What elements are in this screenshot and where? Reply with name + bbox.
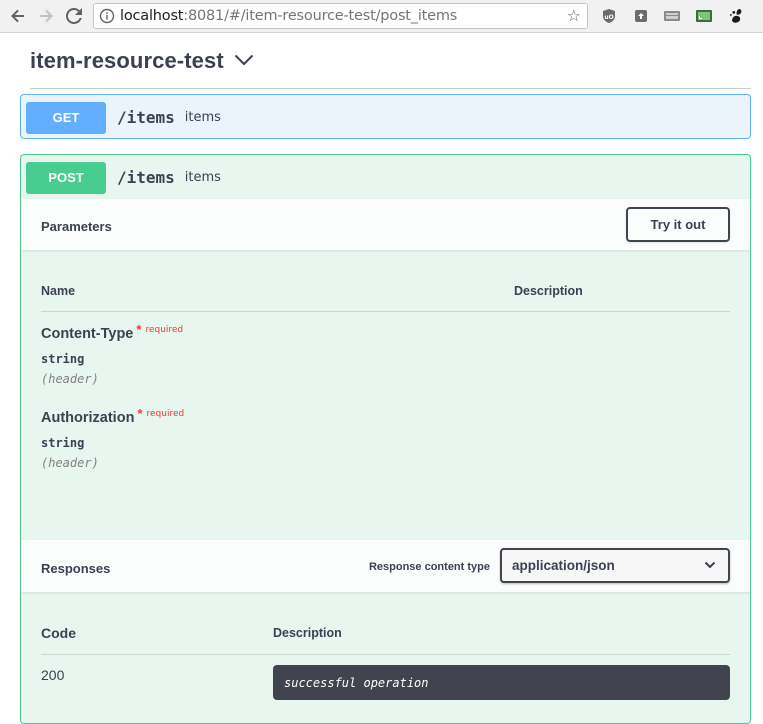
reload-button[interactable] [63,5,85,27]
page-title: item-resource-test [30,48,224,73]
title-divider [30,88,751,89]
window-extension-icon[interactable] [663,7,681,25]
back-button[interactable] [7,5,29,27]
endpoint-path: /items [117,168,175,187]
forward-arrow-icon [40,9,53,23]
bookmark-star-icon[interactable]: ☆ [567,6,581,26]
get-items-opblock: GET /items items [20,94,751,139]
chevron-down-icon [704,561,716,569]
required-label: required [145,325,184,335]
responses-header: Responses Response content type applicat… [21,540,750,592]
forward-button[interactable] [35,5,57,27]
response-description-box: successful operation [273,665,730,700]
required-star: * [137,406,143,421]
endpoint-summary: items [184,170,221,185]
responses-title: Responses [41,561,111,576]
param-type: string [41,436,85,450]
required-label: required [146,409,185,419]
response-code: 200 [41,667,65,683]
cast-extension-icon[interactable] [695,7,713,25]
ublock-extension-icon[interactable]: uO [600,7,618,25]
post-items-summary[interactable]: POST /items items [21,155,750,200]
required-star: * [136,322,142,337]
param-col-name: Name [41,284,76,298]
info-icon[interactable] [96,5,118,27]
response-table-divider [41,654,730,655]
back-arrow-icon [11,9,24,23]
url-path: :8081/#/item-resource-test/post_items [183,8,458,24]
try-it-out-button[interactable]: Try it out [626,207,730,242]
response-col-description: Description [273,626,342,640]
parameters-header: Parameters Try it out [21,199,750,250]
shield-extension-icon[interactable] [632,7,650,25]
method-badge-post: POST [26,161,106,194]
swagger-page: item-resource-test GET /items items POST… [0,34,763,724]
browser-toolbar: localhost:8081/#/item-resource-test/post… [0,0,763,33]
response-description-text: successful operation [284,675,429,690]
url-host: localhost [120,8,184,24]
response-col-code: Code [41,625,76,641]
gnome-extension-icon[interactable] [727,7,745,25]
svg-text:uO: uO [604,14,613,21]
param-name-text: Content-Type [41,326,134,342]
param-name: Content-Type * required [41,322,184,342]
method-badge-get: GET [26,101,106,134]
response-content-type-select[interactable]: application/json [500,548,730,583]
get-items-summary[interactable]: GET /items items [21,95,750,140]
param-table-divider [41,311,730,312]
param-name: Authorization * required [41,406,185,426]
post-items-opblock: POST /items items Parameters Try it out … [20,154,751,724]
reload-icon [66,8,82,24]
parameters-title: Parameters [41,219,112,234]
tag-section-header[interactable]: item-resource-test [30,48,254,74]
endpoint-path: /items [117,108,175,127]
param-type: string [41,352,85,366]
param-col-description: Description [514,284,583,298]
response-content-type-label: Response content type [368,561,490,573]
chevron-down-icon[interactable] [234,54,254,66]
param-in: (header) [41,372,99,386]
param-in: (header) [41,456,99,470]
param-name-text: Authorization [41,410,135,426]
address-bar[interactable]: localhost:8081/#/item-resource-test/post… [93,3,588,29]
url-text: localhost:8081/#/item-resource-test/post… [120,8,457,24]
selected-content-type: application/json [512,558,615,573]
endpoint-summary: items [184,110,221,125]
